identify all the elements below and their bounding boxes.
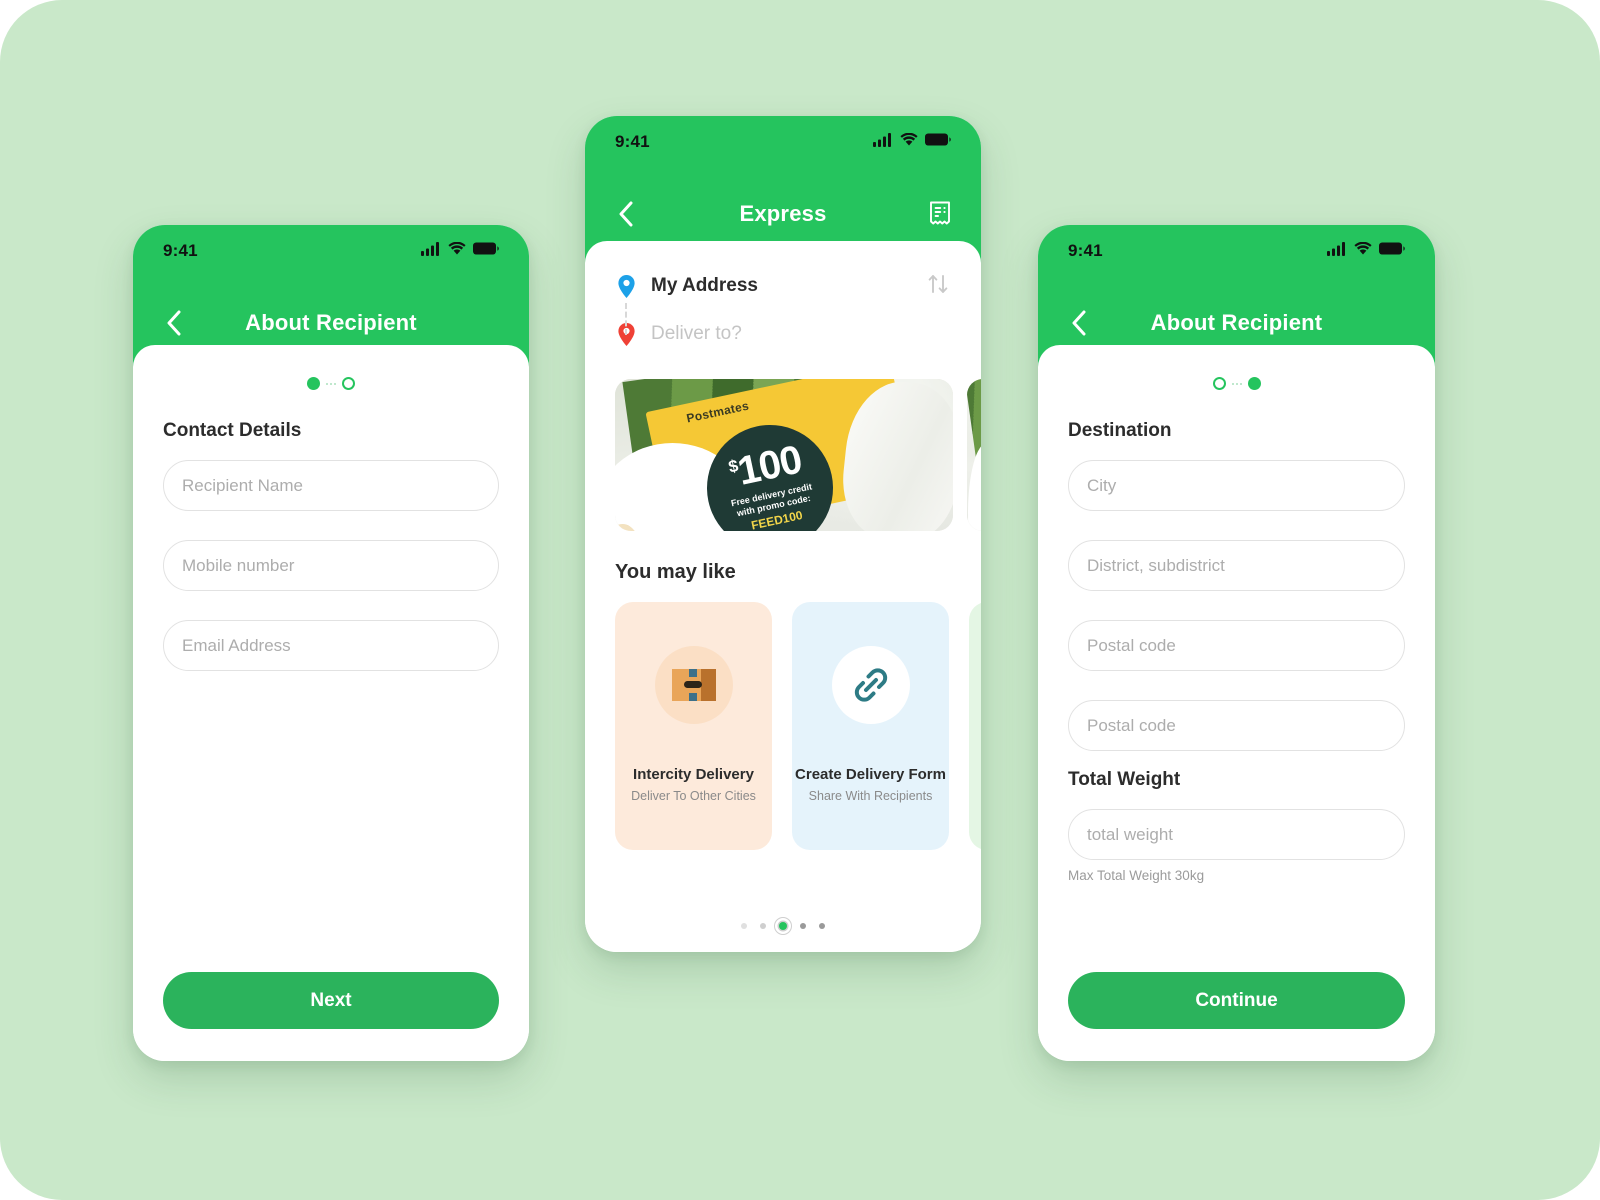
email-address-placeholder: Email Address [182,635,291,655]
battery-icon [473,242,499,260]
card-subtitle: Share With Recipients [808,789,933,803]
page-title: About Recipient [1150,310,1323,335]
pager-dot-4[interactable] [800,923,806,929]
wifi-icon [900,132,918,151]
cellular-signal-icon [873,132,893,152]
suggestions-carousel[interactable]: Intercity Delivery Deliver To Other Citi… [585,602,981,850]
next-button[interactable]: Next [163,972,499,1029]
mobile-number-input[interactable]: Mobile number [163,540,499,591]
carousel-pager [585,917,981,935]
status-time: 9:41 [1068,241,1103,260]
navigation-bar: About Recipient [1038,295,1435,351]
pager-dot-1[interactable] [741,923,747,929]
link-chain-icon [831,646,910,724]
battery-icon [925,133,951,151]
promo-banner[interactable]: Postmates $100 Free delivery credit with… [615,379,953,531]
page-title: About Recipient [245,310,417,335]
card-create-delivery-form[interactable]: Create Delivery Form Share With Recipien… [792,602,949,850]
recipient-name-placeholder: Recipient Name [182,475,303,495]
promo-banner-carousel[interactable]: Postmates $100 Free delivery credit with… [585,379,981,531]
map-pin-blue-icon [615,274,637,299]
total-weight-placeholder: total weight [1087,824,1173,844]
swap-vertical-icon[interactable] [925,271,953,299]
content-sheet: Destination City District, subdistrict P… [1038,345,1435,1061]
mobile-number-placeholder: Mobile number [182,555,295,575]
step-connector [1231,382,1242,385]
status-time: 9:41 [163,241,198,260]
footer-actions: Next [163,972,499,1029]
pager-dot-2[interactable] [760,923,766,929]
total-weight-input[interactable]: total weight [1068,809,1405,860]
address-connector [625,303,627,335]
continue-button[interactable]: Continue [1068,972,1405,1029]
navigation-bar: About Recipient [133,295,529,351]
card-next-suggestion[interactable] [969,602,981,850]
phone-screen-express: 9:41 Express My Address Deliver to? Post… [585,116,981,952]
phone-screen-about-recipient-step2: 9:41 About Recipient Destination City Di… [1038,225,1435,1061]
city-placeholder: City [1087,475,1117,495]
card-intercity-delivery[interactable]: Intercity Delivery Deliver To Other Citi… [615,602,772,850]
postal-code-placeholder-1: Postal code [1087,635,1176,655]
step-indicator [1038,345,1435,390]
section-title-total-weight: Total Weight [1068,769,1181,790]
address-block: My Address Deliver to? [585,241,981,351]
step-dot-1[interactable] [1212,377,1226,390]
section-title-contact-details: Contact Details [163,420,302,441]
content-sheet: My Address Deliver to? Postmates $100 Fr… [585,241,981,952]
cellular-signal-icon [1327,241,1347,261]
step-dot-2[interactable] [1247,377,1261,390]
package-box-icon [654,646,733,724]
status-bar: 9:41 [133,225,529,277]
origin-address-label: My Address [651,275,758,296]
back-button[interactable] [611,199,641,229]
phone-screen-about-recipient-step1: 9:41 About Recipient Contact Details Rec… [133,225,529,1061]
status-time: 9:41 [615,132,650,151]
step-dot-1[interactable] [307,377,320,390]
pager-dot-5[interactable] [819,923,825,929]
district-subdistrict-placeholder: District, subdistrict [1087,555,1225,575]
recipient-name-input[interactable]: Recipient Name [163,460,499,511]
banner-bowl-contents [615,523,642,531]
total-weight-form: total weight [1038,809,1435,860]
content-sheet: Contact Details Recipient Name Mobile nu… [133,345,529,1061]
page-background: 9:41 About Recipient Contact Details Rec… [0,0,1600,1200]
promo-amount: $100 [727,437,806,493]
suggestions-title: You may like [615,561,736,583]
postal-code-placeholder-2: Postal code [1087,715,1176,735]
pager-dot-3-active[interactable] [774,917,792,935]
step-connector [326,382,336,385]
wifi-icon [1354,241,1372,260]
promo-banner-next[interactable] [967,379,981,531]
city-input[interactable]: City [1068,460,1405,511]
navigation-bar: Express [585,186,981,242]
contact-details-form: Recipient Name Mobile number Email Addre… [133,460,529,671]
back-button[interactable] [159,308,189,338]
battery-icon [1379,242,1405,260]
postal-code-input-2[interactable]: Postal code [1068,700,1405,751]
destination-address-placeholder: Deliver to? [651,323,742,344]
step-indicator [133,345,529,390]
back-button[interactable] [1064,308,1094,338]
origin-address-row[interactable]: My Address [615,269,951,303]
status-bar: 9:41 [585,116,981,168]
receipt-icon[interactable] [925,199,955,229]
footer-actions: Continue [1068,972,1405,1029]
email-address-input[interactable]: Email Address [163,620,499,671]
card-title: Create Delivery Form [795,766,946,783]
postal-code-input-1[interactable]: Postal code [1068,620,1405,671]
destination-address-row[interactable]: Deliver to? [615,317,951,351]
district-subdistrict-input[interactable]: District, subdistrict [1068,540,1405,591]
step-dot-2[interactable] [342,377,355,390]
card-title: Intercity Delivery [633,766,754,783]
section-title-destination: Destination [1068,420,1172,441]
page-title: Express [739,201,827,226]
total-weight-helper-text: Max Total Weight 30kg [1068,868,1205,883]
wifi-icon [448,241,466,260]
card-subtitle: Deliver To Other Cities [631,789,756,803]
cellular-signal-icon [421,241,441,261]
status-bar: 9:41 [1038,225,1435,277]
destination-form: City District, subdistrict Postal code P… [1038,460,1435,751]
